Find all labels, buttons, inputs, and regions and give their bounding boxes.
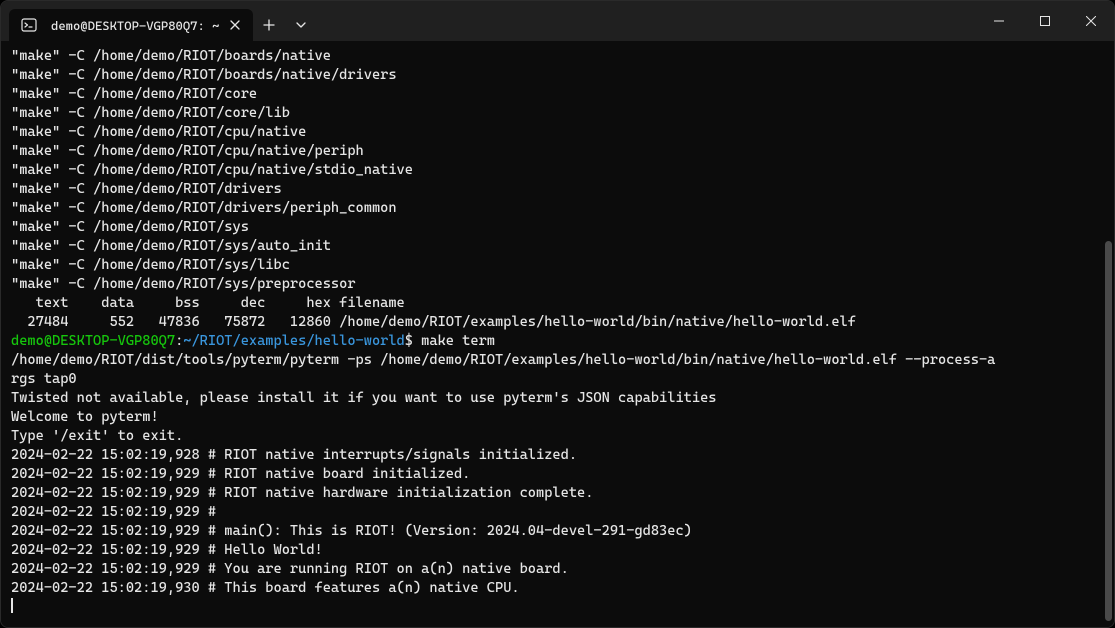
terminal-line: "make" -C /home/demo/RIOT/boards/native/… — [11, 66, 1104, 85]
terminal-line: "make" -C /home/demo/RIOT/core — [11, 85, 1104, 104]
terminal-tab[interactable]: demo@DESKTOP-VGP80Q7: ~ — [9, 9, 253, 41]
titlebar: demo@DESKTOP-VGP80Q7: ~ — [1, 1, 1114, 41]
terminal-line: "make" -C /home/demo/RIOT/sys/preprocess… — [11, 275, 1104, 294]
terminal-line: 2024-02-22 15:02:19,929 # You are runnin… — [11, 560, 1104, 579]
terminal-icon — [21, 17, 37, 33]
terminal-line: 2024-02-22 15:02:19,929 # Hello World! — [11, 541, 1104, 560]
window-controls — [976, 1, 1114, 41]
maximize-button[interactable] — [1022, 1, 1068, 41]
terminal-line: text data bss dec hex filename — [11, 294, 1104, 313]
prompt-line: demo@DESKTOP-VGP80Q7:~/RIOT/examples/hel… — [11, 332, 1104, 351]
terminal-line: rgs tap0 — [11, 370, 1104, 389]
terminal-line: "make" -C /home/demo/RIOT/sys — [11, 218, 1104, 237]
terminal-line: Type '/exit' to exit. — [11, 427, 1104, 446]
terminal-line: 2024-02-22 15:02:19,929 # RIOT native ha… — [11, 484, 1104, 503]
terminal-line: 2024-02-22 15:02:19,928 # RIOT native in… — [11, 446, 1104, 465]
terminal-window: demo@DESKTOP-VGP80Q7: ~ — [0, 0, 1115, 628]
terminal-content[interactable]: "make" -C /home/demo/RIOT/boards/native"… — [1, 41, 1114, 627]
terminal-line: "make" -C /home/demo/RIOT/drivers — [11, 180, 1104, 199]
tab-strip: demo@DESKTOP-VGP80Q7: ~ — [1, 1, 317, 41]
terminal-line: /home/demo/RIOT/dist/tools/pyterm/pyterm… — [11, 351, 1104, 370]
terminal-line: Twisted not available, please install it… — [11, 389, 1104, 408]
terminal-line: Welcome to pyterm! — [11, 408, 1104, 427]
tab-close-button[interactable] — [227, 17, 243, 33]
terminal-area[interactable]: "make" -C /home/demo/RIOT/boards/native"… — [1, 41, 1114, 627]
tab-title: demo@DESKTOP-VGP80Q7: ~ — [51, 18, 219, 33]
cursor-line — [11, 598, 1104, 617]
scrollbar-thumb[interactable] — [1105, 241, 1112, 621]
terminal-line: "make" -C /home/demo/RIOT/boards/native — [11, 47, 1104, 66]
prompt-user: demo@DESKTOP-VGP80Q7 — [11, 333, 175, 349]
new-tab-button[interactable] — [253, 9, 285, 41]
terminal-line: 2024-02-22 15:02:19,929 # RIOT native bo… — [11, 465, 1104, 484]
prompt-dollar: $ — [405, 333, 421, 349]
terminal-line: "make" -C /home/demo/RIOT/core/lib — [11, 104, 1104, 123]
terminal-line: "make" -C /home/demo/RIOT/cpu/native/per… — [11, 142, 1104, 161]
terminal-line: 27484 552 47836 75872 12860 /home/demo/R… — [11, 313, 1104, 332]
tab-dropdown-button[interactable] — [285, 9, 317, 41]
close-button[interactable] — [1068, 1, 1114, 41]
prompt-path: ~/RIOT/examples/hello-world — [183, 333, 404, 349]
terminal-line: "make" -C /home/demo/RIOT/sys/libc — [11, 256, 1104, 275]
terminal-line: 2024-02-22 15:02:19,929 # — [11, 503, 1104, 522]
prompt-command: make term — [421, 333, 495, 349]
terminal-line: 2024-02-22 15:02:19,930 # This board fea… — [11, 579, 1104, 598]
cursor — [11, 598, 13, 613]
minimize-button[interactable] — [976, 1, 1022, 41]
terminal-line: "make" -C /home/demo/RIOT/sys/auto_init — [11, 237, 1104, 256]
terminal-line: "make" -C /home/demo/RIOT/drivers/periph… — [11, 199, 1104, 218]
terminal-line: "make" -C /home/demo/RIOT/cpu/native/std… — [11, 161, 1104, 180]
terminal-line: 2024-02-22 15:02:19,929 # main(): This i… — [11, 522, 1104, 541]
terminal-line: "make" -C /home/demo/RIOT/cpu/native — [11, 123, 1104, 142]
